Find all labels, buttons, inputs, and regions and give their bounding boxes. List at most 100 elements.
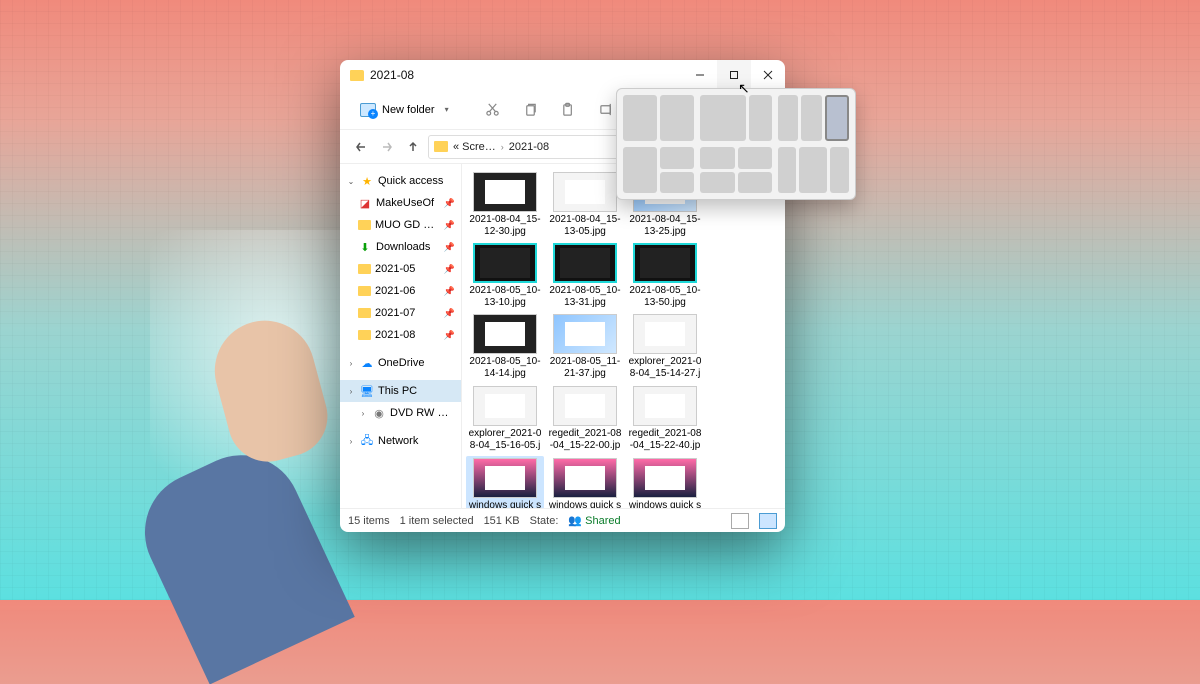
file-name: explorer_2021-08-04_15-16-05.jpg (468, 428, 542, 452)
sidebar-item[interactable]: ◪MakeUseOf📌 (340, 192, 461, 214)
sidebar-onedrive[interactable]: › ☁ OneDrive (340, 352, 461, 374)
file-item[interactable]: 2021-08-04_15-12-30.jpg (466, 170, 544, 239)
snap-layouts-flyout (616, 88, 856, 200)
star-icon: ★ (360, 175, 374, 187)
minimize-button[interactable] (683, 60, 717, 90)
file-grid[interactable]: 2021-08-04_15-12-30.jpg2021-08-04_15-13-… (462, 164, 785, 508)
chevron-down-icon: ⌄ (346, 177, 356, 186)
thumbnail (473, 243, 537, 283)
thumbnail (473, 458, 537, 498)
sidebar-this-pc[interactable]: › 🖥 This PC (340, 380, 461, 402)
sidebar-item-label: 2021-06 (375, 285, 440, 297)
file-item[interactable]: regedit_2021-08-04_15-22-00.jpg (546, 384, 624, 454)
cut-button[interactable] (477, 96, 509, 124)
snap-layout-2col[interactable] (623, 95, 694, 141)
view-thumbnails-button[interactable] (759, 513, 777, 529)
sidebar-item[interactable]: 2021-05 📌 (340, 258, 461, 280)
file-item[interactable]: windows quick settings menu add item.jpg (466, 456, 544, 508)
file-name: 2021-08-05_11-21-37.jpg (548, 356, 622, 379)
disc-icon: ◉ (372, 407, 386, 419)
file-name: regedit_2021-08-04_15-22-00.jpg (548, 428, 622, 452)
chevron-right-icon: › (346, 387, 356, 396)
file-name: 2021-08-04_15-13-25.jpg (628, 214, 702, 237)
file-name: 2021-08-05_10-14-14.jpg (468, 356, 542, 379)
folder-icon (350, 70, 364, 81)
sidebar-dvd[interactable]: › ◉ DVD RW Drive (D:) A (340, 402, 461, 424)
sidebar-quick-access[interactable]: ⌄ ★ Quick access (340, 170, 461, 192)
file-name: explorer_2021-08-04_15-14-27.jpg (628, 356, 702, 380)
sidebar-item[interactable]: 2021-07📌 (340, 302, 461, 324)
fold-icon (358, 264, 371, 274)
titlebar[interactable]: 2021-08 (340, 60, 785, 90)
paste-button[interactable] (553, 96, 585, 124)
snap-layout-3col[interactable] (778, 95, 849, 141)
pin-icon: 📌 (444, 264, 455, 275)
sidebar-item[interactable]: 2021-08 📌 (340, 324, 461, 346)
chevron-right-icon: › (501, 142, 504, 152)
dl-icon: ⬇ (358, 241, 372, 253)
pc-icon: 🖥 (360, 385, 374, 397)
thumbnail (553, 458, 617, 498)
sidebar-item-label: MUO GD Screen (375, 219, 440, 231)
new-folder-label: New folder (382, 104, 435, 116)
fold-icon (358, 330, 371, 340)
sidebar-item-label: 2021-08 (375, 329, 440, 341)
file-item[interactable]: regedit_2021-08-04_15-22-40.jpg (626, 384, 704, 454)
sidebar-item[interactable]: ⬇Downloads📌 (340, 236, 461, 258)
sidebar: ⌄ ★ Quick access ◪MakeUseOf📌MUO GD Scree… (340, 164, 462, 508)
pin-icon: 📌 (444, 220, 455, 231)
thumbnail (473, 386, 537, 426)
cloud-icon: ☁ (360, 357, 374, 369)
sidebar-network[interactable]: › 🖧 Network (340, 430, 461, 452)
copy-button[interactable] (515, 96, 547, 124)
fold-icon (358, 286, 371, 296)
fold-icon (358, 308, 371, 318)
file-item[interactable]: windows quick settings menu feature.jpg (546, 456, 624, 508)
pin-icon: 📌 (444, 330, 455, 341)
file-name: windows quick settings menu feature.jpg (548, 500, 622, 508)
file-name: regedit_2021-08-04_15-22-40.jpg (628, 428, 702, 452)
file-item[interactable]: 2021-08-05_10-13-50.jpg (626, 241, 704, 310)
file-item[interactable]: explorer_2021-08-04_15-16-05.jpg (466, 384, 544, 454)
file-item[interactable]: 2021-08-05_10-13-10.jpg (466, 241, 544, 310)
back-button[interactable] (350, 136, 372, 158)
selection-info: 1 item selected (400, 515, 474, 527)
file-item[interactable]: 2021-08-05_11-21-37.jpg (546, 312, 624, 382)
thumbnail (633, 386, 697, 426)
view-details-button[interactable] (731, 513, 749, 529)
close-button[interactable] (751, 60, 785, 90)
state-label: State: (530, 515, 559, 527)
fold-icon (358, 220, 371, 230)
thumbnail (473, 172, 537, 212)
new-folder-button[interactable]: New folder ▾ (354, 99, 455, 121)
chevron-down-icon: ▾ (445, 105, 449, 114)
file-name: windows quick settings menu open.jpg (628, 500, 702, 508)
item-count: 15 items (348, 515, 390, 527)
sidebar-item-label: Downloads (376, 241, 440, 253)
pin-icon: 📌 (444, 286, 455, 297)
maximize-button[interactable] (717, 60, 751, 90)
sidebar-item-label: MakeUseOf (376, 197, 440, 209)
file-item[interactable]: 2021-08-05_10-13-31.jpg (546, 241, 624, 310)
window-title: 2021-08 (370, 68, 683, 82)
file-name: 2021-08-05_10-13-31.jpg (548, 285, 622, 308)
file-item[interactable]: windows quick settings menu open.jpg (626, 456, 704, 508)
snap-layout-left-stack[interactable] (623, 147, 694, 193)
network-icon: 🖧 (360, 435, 374, 447)
file-item[interactable]: explorer_2021-08-04_15-14-27.jpg (626, 312, 704, 382)
sidebar-item[interactable]: 2021-06 📌 (340, 280, 461, 302)
crumb-1[interactable]: « Scre… (453, 141, 496, 153)
snap-layout-2col-wide[interactable] (700, 95, 771, 141)
forward-button[interactable] (376, 136, 398, 158)
snap-layout-3col-mid[interactable] (778, 147, 849, 193)
thumbnail (473, 314, 537, 354)
crumb-2[interactable]: 2021-08 (509, 141, 549, 153)
chevron-right-icon: › (358, 409, 368, 418)
sidebar-item[interactable]: MUO GD Screen 📌 (340, 214, 461, 236)
up-button[interactable] (402, 136, 424, 158)
snap-layout-quad[interactable] (700, 147, 771, 193)
file-item[interactable]: 2021-08-05_10-14-14.jpg (466, 312, 544, 382)
sidebar-item-label: 2021-05 (375, 263, 440, 275)
file-name: 2021-08-04_15-13-05.jpg (548, 214, 622, 237)
file-item[interactable]: 2021-08-04_15-13-05.jpg (546, 170, 624, 239)
